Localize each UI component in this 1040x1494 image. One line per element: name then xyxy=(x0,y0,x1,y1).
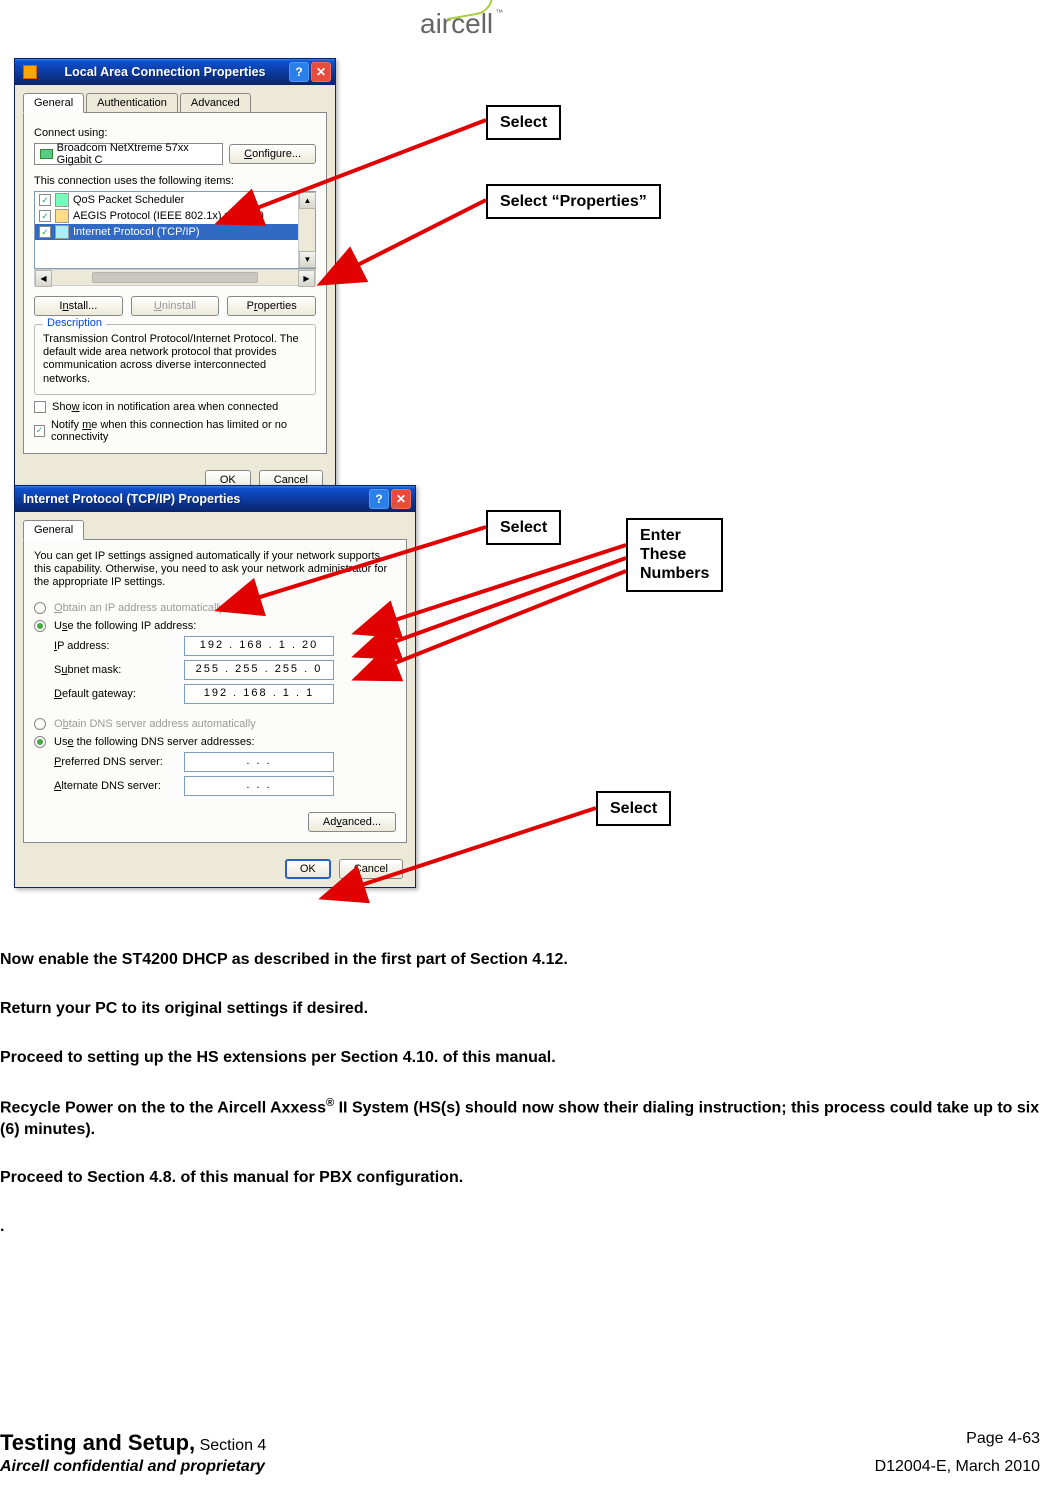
close-button[interactable]: ✕ xyxy=(311,62,331,82)
brand-logo: aircell™ xyxy=(420,8,503,40)
uninstall-button[interactable]: Uninstall xyxy=(131,296,220,316)
item-label: AEGIS Protocol (IEEE 802.1x) v3.5.3.0 xyxy=(73,210,264,222)
adapter-name: Broadcom NetXtreme 57xx Gigabit C xyxy=(57,142,217,166)
ip-address-label: IP address: xyxy=(54,640,184,652)
default-gateway-label: Default gateway: xyxy=(54,688,184,700)
callout-select-ok: Select xyxy=(596,791,671,826)
radio-use-ip[interactable] xyxy=(34,620,46,632)
description-legend: Description xyxy=(43,317,106,329)
titlebar[interactable]: Internet Protocol (TCP/IP) Properties ? … xyxy=(15,486,415,512)
callout-line: Numbers xyxy=(640,565,709,582)
list-item[interactable]: ✓ AEGIS Protocol (IEEE 802.1x) v3.5.3.0 xyxy=(35,208,315,224)
window-title: Internet Protocol (TCP/IP) Properties xyxy=(23,492,240,506)
alternate-dns-label: Alternate DNS server: xyxy=(54,780,184,792)
component-icon xyxy=(55,193,69,207)
checkbox-icon[interactable] xyxy=(34,401,46,413)
ok-button[interactable]: OK xyxy=(285,859,331,879)
window-icon xyxy=(23,65,37,79)
footer-section-sub: Section 4 xyxy=(195,1437,266,1454)
scroll-down-icon[interactable]: ▼ xyxy=(299,251,316,268)
ip-blurb: You can get IP settings assigned automat… xyxy=(34,550,396,590)
item-label: QoS Packet Scheduler xyxy=(73,194,184,206)
checkbox-icon[interactable]: ✓ xyxy=(39,210,51,222)
checkbox-icon[interactable]: ✓ xyxy=(39,194,51,206)
adapter-field: Broadcom NetXtreme 57xx Gigabit C xyxy=(34,143,223,165)
instruction-text: Proceed to setting up the HS extensions … xyxy=(0,1048,1040,1069)
window-title: Local Area Connection Properties xyxy=(65,65,266,79)
instruction-text: Now enable the ST4200 DHCP as described … xyxy=(0,950,1040,971)
use-dns-label: Use the following DNS server addresses: xyxy=(54,736,255,748)
instruction-text: Recycle Power on the to the Aircell Axxe… xyxy=(0,1096,1040,1140)
window-lan-properties: Local Area Connection Properties ? ✕ Gen… xyxy=(14,58,336,499)
horizontal-scrollbar[interactable]: ◀ ▶ xyxy=(34,269,316,286)
preferred-dns-label: Preferred DNS server: xyxy=(54,756,184,768)
use-ip-label: Use the following IP address: xyxy=(54,620,196,632)
list-item[interactable]: ✓ QoS Packet Scheduler xyxy=(35,192,315,208)
configure-button[interactable]: Configure... xyxy=(229,144,316,164)
instruction-text: . xyxy=(0,1217,1040,1238)
component-list[interactable]: ✓ QoS Packet Scheduler ✓ AEGIS Protocol … xyxy=(34,191,316,269)
callout-select-properties: Select “Properties” xyxy=(486,184,661,219)
scroll-left-icon[interactable]: ◀ xyxy=(35,270,52,287)
footer-confidential: Aircell confidential and proprietary xyxy=(0,1458,265,1476)
obtain-dns-label: Obtain DNS server address automatically xyxy=(54,718,256,730)
trademark: ™ xyxy=(495,8,503,17)
footer-page: Page 4-63 xyxy=(966,1430,1040,1456)
subnet-mask-input[interactable]: 255 . 255 . 255 . 0 xyxy=(184,660,334,680)
cancel-button[interactable]: Cancel xyxy=(339,859,403,879)
callout-line: Enter xyxy=(640,527,681,544)
radio-use-dns[interactable] xyxy=(34,736,46,748)
tab-general[interactable]: General xyxy=(23,520,84,540)
footer-section: Testing and Setup, Section 4 xyxy=(0,1430,266,1456)
help-button[interactable]: ? xyxy=(369,489,389,509)
scroll-right-icon[interactable]: ▶ xyxy=(298,270,315,287)
close-button[interactable]: ✕ xyxy=(391,489,411,509)
page-footer: Testing and Setup, Section 4 Page 4-63 A… xyxy=(0,1430,1040,1476)
callout-select-tcpip: Select xyxy=(486,105,561,140)
radio-obtain-dns xyxy=(34,718,46,730)
ip-address-input[interactable]: 192 . 168 . 1 . 20 xyxy=(184,636,334,656)
alternate-dns-input[interactable]: . . . xyxy=(184,776,334,796)
obtain-ip-label: Obtain an IP address automatically xyxy=(54,602,224,614)
registered-mark: ® xyxy=(326,1097,334,1109)
component-icon xyxy=(55,225,69,239)
nic-icon xyxy=(40,149,53,159)
titlebar[interactable]: Local Area Connection Properties ? ✕ xyxy=(15,59,335,85)
instruction-text: Proceed to Section 4.8. of this manual f… xyxy=(0,1168,1040,1189)
show-icon-label: Show icon in notification area when conn… xyxy=(52,401,278,413)
footer-section-main: Testing and Setup, xyxy=(0,1430,195,1455)
window-tcpip-properties: Internet Protocol (TCP/IP) Properties ? … xyxy=(14,485,416,888)
connect-using-label: Connect using: xyxy=(34,127,316,139)
checkbox-icon[interactable]: ✓ xyxy=(39,226,51,238)
subnet-mask-label: Subnet mask: xyxy=(54,664,184,676)
list-item-selected[interactable]: ✓ Internet Protocol (TCP/IP) xyxy=(35,224,315,240)
uses-items-label: This connection uses the following items… xyxy=(34,175,316,187)
footer-docid: D12004-E, March 2010 xyxy=(875,1458,1040,1476)
install-button[interactable]: Install... xyxy=(34,296,123,316)
instruction-text: Return your PC to its original settings … xyxy=(0,999,1040,1020)
radio-obtain-ip[interactable] xyxy=(34,602,46,614)
checkbox-icon[interactable]: ✓ xyxy=(34,425,45,437)
callout-select-use-ip: Select xyxy=(486,510,561,545)
scroll-up-icon[interactable]: ▲ xyxy=(299,192,316,209)
tab-strip: General Authentication Advanced xyxy=(23,93,327,113)
tab-advanced[interactable]: Advanced xyxy=(180,93,251,113)
component-icon xyxy=(55,209,69,223)
preferred-dns-input[interactable]: . . . xyxy=(184,752,334,772)
tab-general[interactable]: General xyxy=(23,93,84,113)
description-text: Transmission Control Protocol/Internet P… xyxy=(43,333,307,386)
callout-enter-numbers: Enter These Numbers xyxy=(626,518,723,592)
tab-authentication[interactable]: Authentication xyxy=(86,93,178,113)
properties-button[interactable]: Properties xyxy=(227,296,316,316)
instruction-block: Now enable the ST4200 DHCP as described … xyxy=(0,950,1040,1266)
notify-label: Notify me when this connection has limit… xyxy=(51,419,316,443)
vertical-scrollbar[interactable]: ▲ ▼ xyxy=(298,192,315,268)
scroll-thumb[interactable] xyxy=(92,272,258,283)
default-gateway-input[interactable]: 192 . 168 . 1 . 1 xyxy=(184,684,334,704)
item-label: Internet Protocol (TCP/IP) xyxy=(73,226,200,238)
callout-line: These xyxy=(640,546,686,563)
advanced-button[interactable]: Advanced... xyxy=(308,812,396,832)
help-button[interactable]: ? xyxy=(289,62,309,82)
